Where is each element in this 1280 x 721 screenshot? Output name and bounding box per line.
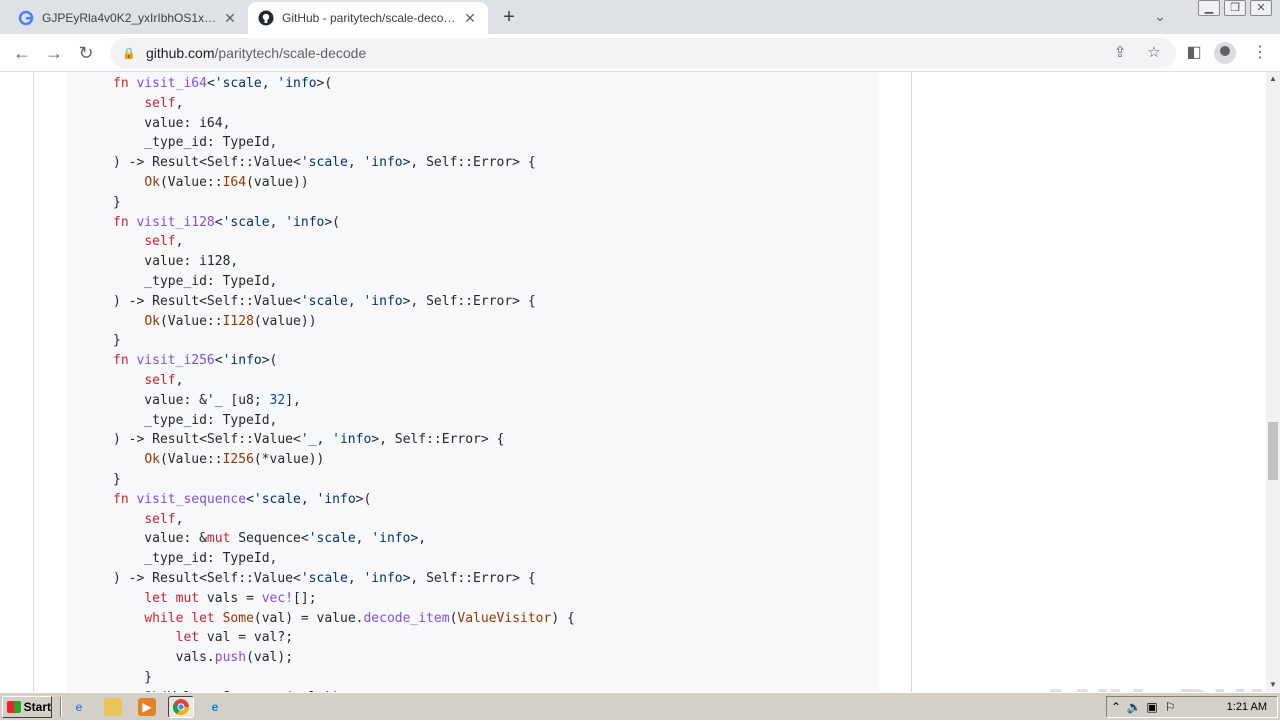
code-line: _type_id: TypeId, bbox=[113, 273, 278, 289]
anyrun-watermark: ANY▷RUN bbox=[1038, 680, 1266, 692]
code-line: ) -> Result<Self::Value<'scale, 'info>, … bbox=[113, 155, 536, 171]
start-label: Start bbox=[23, 700, 51, 714]
code-line: while let Some(val) = value.decode_item(… bbox=[144, 610, 575, 626]
scroll-up-icon[interactable]: ▲ bbox=[1266, 72, 1280, 86]
new-tab-button[interactable]: + bbox=[498, 7, 520, 29]
code-line: value: &'_ [u8; 32], bbox=[113, 392, 301, 408]
url-path: /paritytech/scale-decode bbox=[214, 45, 367, 61]
code-line: vals.push(val); bbox=[113, 650, 294, 666]
code-line: fn visit_i256<'info>( bbox=[113, 353, 278, 369]
code-line: self, bbox=[144, 372, 184, 388]
tab-close-icon[interactable]: ✕ bbox=[462, 10, 478, 26]
media-player-icon[interactable]: ▶ bbox=[138, 698, 156, 716]
code-line: self, bbox=[144, 234, 184, 250]
code-line: fn visit_sequence<'scale, 'info>( bbox=[113, 491, 372, 507]
back-icon[interactable]: ← bbox=[10, 41, 34, 65]
code-line: } bbox=[113, 669, 153, 685]
minimize-icon[interactable]: ▁ bbox=[1198, 0, 1220, 16]
address-bar[interactable]: 🔒 github.com/paritytech/scale-decode ⇪ ☆ bbox=[110, 38, 1176, 68]
start-button[interactable]: Start bbox=[2, 696, 52, 718]
lock-icon: 🔒 bbox=[122, 47, 136, 60]
taskbar-separator bbox=[60, 697, 62, 717]
scroll-thumb[interactable] bbox=[1268, 422, 1278, 480]
profile-avatar[interactable] bbox=[1214, 42, 1236, 64]
code-line: _type_id: TypeId, bbox=[113, 135, 278, 151]
volume-icon[interactable]: 🔈 bbox=[1125, 700, 1143, 714]
tab-title: GJPEyRla4v0K2_yxIrIbhOS1xvxa8f bbox=[42, 11, 222, 25]
code-line: let mut vals = vec![]; bbox=[144, 590, 317, 606]
page-scrollbar[interactable]: ▲ ▼ bbox=[1266, 72, 1280, 692]
code-line: value: i64, bbox=[113, 115, 231, 131]
action-center-flag-icon[interactable]: ⚐ bbox=[1161, 700, 1179, 714]
close-window-icon[interactable]: ✕ bbox=[1250, 0, 1272, 16]
github-icon bbox=[258, 10, 274, 26]
browser-toolbar: ← → ↻ 🔒 github.com/paritytech/scale-deco… bbox=[0, 34, 1280, 72]
code-line: _type_id: TypeId, bbox=[113, 551, 278, 567]
tab-strip: GJPEyRla4v0K2_yxIrIbhOS1xvxa8f ✕ GitHub … bbox=[0, 0, 1280, 34]
tab-github[interactable]: GitHub - paritytech/scale-decode: De ✕ bbox=[248, 2, 488, 34]
code-line: self, bbox=[144, 95, 184, 111]
code-line: fn visit_i64<'scale, 'info>( bbox=[113, 76, 333, 91]
scroll-down-icon[interactable]: ▼ bbox=[1266, 678, 1280, 692]
code-line: } bbox=[113, 471, 121, 487]
content-border-right bbox=[911, 72, 912, 692]
code-line: ) -> Result<Self::Value<'scale, 'info>, … bbox=[113, 570, 536, 586]
restore-icon[interactable]: ❐ bbox=[1224, 0, 1246, 16]
code-line: self, bbox=[144, 511, 184, 527]
taskbar-clock: 1:21 AM bbox=[1226, 701, 1267, 713]
tray-expand-icon[interactable]: ⌃ bbox=[1107, 700, 1125, 714]
code-line: Ok(Value::I128(value)) bbox=[144, 313, 317, 329]
code-line: } bbox=[113, 194, 121, 210]
code-listing: fn visit_i64<'scale, 'info>( self, value… bbox=[113, 74, 575, 692]
ie-icon[interactable]: e bbox=[70, 698, 88, 716]
system-tray: ⌃ 🔈 ▣ ⚐ 1:21 AM bbox=[1106, 696, 1278, 718]
edge-icon[interactable]: e bbox=[206, 698, 224, 716]
tab-google[interactable]: GJPEyRla4v0K2_yxIrIbhOS1xvxa8f ✕ bbox=[8, 2, 248, 34]
chrome-icon bbox=[172, 699, 190, 716]
tab-search-button[interactable]: ⌄ bbox=[1150, 8, 1170, 28]
windows-flag-icon bbox=[7, 701, 21, 713]
url-host: github.com bbox=[146, 45, 215, 61]
folder-icon[interactable] bbox=[104, 698, 122, 716]
code-line: } bbox=[113, 333, 121, 349]
reload-icon[interactable]: ↻ bbox=[74, 41, 98, 65]
taskbar: Start e ▶ e ⌃ 🔈 ▣ ⚐ 1:21 AM bbox=[0, 692, 1280, 720]
menu-dots-icon[interactable]: ⋮ bbox=[1248, 41, 1272, 65]
code-line: _type_id: TypeId, bbox=[113, 412, 278, 428]
code-line: ) -> Result<Self::Value<'_, 'info>, Self… bbox=[113, 432, 505, 448]
window-controls: ▁ ❐ ✕ bbox=[1198, 0, 1272, 16]
tab-close-icon[interactable]: ✕ bbox=[222, 10, 238, 26]
side-panel-icon[interactable]: ◧ bbox=[1182, 41, 1206, 65]
content-border-left bbox=[33, 72, 34, 692]
share-icon[interactable]: ⇪ bbox=[1110, 43, 1130, 63]
network-icon[interactable]: ▣ bbox=[1143, 700, 1161, 714]
google-icon bbox=[18, 10, 34, 26]
code-line: let val = val?; bbox=[175, 630, 294, 646]
code-line: value: i128, bbox=[113, 254, 239, 270]
code-line: ) -> Result<Self::Value<'scale, 'info>, … bbox=[113, 293, 536, 309]
code-line: Ok(Value::I256(*value)) bbox=[144, 452, 325, 468]
page-viewport: fn visit_i64<'scale, 'info>( self, value… bbox=[0, 72, 1266, 692]
bookmark-star-icon[interactable]: ☆ bbox=[1144, 43, 1164, 63]
chrome-taskbar-button[interactable] bbox=[168, 696, 194, 718]
tab-title: GitHub - paritytech/scale-decode: De bbox=[282, 11, 462, 25]
code-line: fn visit_i128<'scale, 'info>( bbox=[113, 214, 341, 230]
code-line: value: &mut Sequence<'scale, 'info>, bbox=[113, 531, 427, 547]
code-line: Ok(Value::I64(value)) bbox=[144, 174, 309, 190]
forward-icon[interactable]: → bbox=[42, 41, 66, 65]
